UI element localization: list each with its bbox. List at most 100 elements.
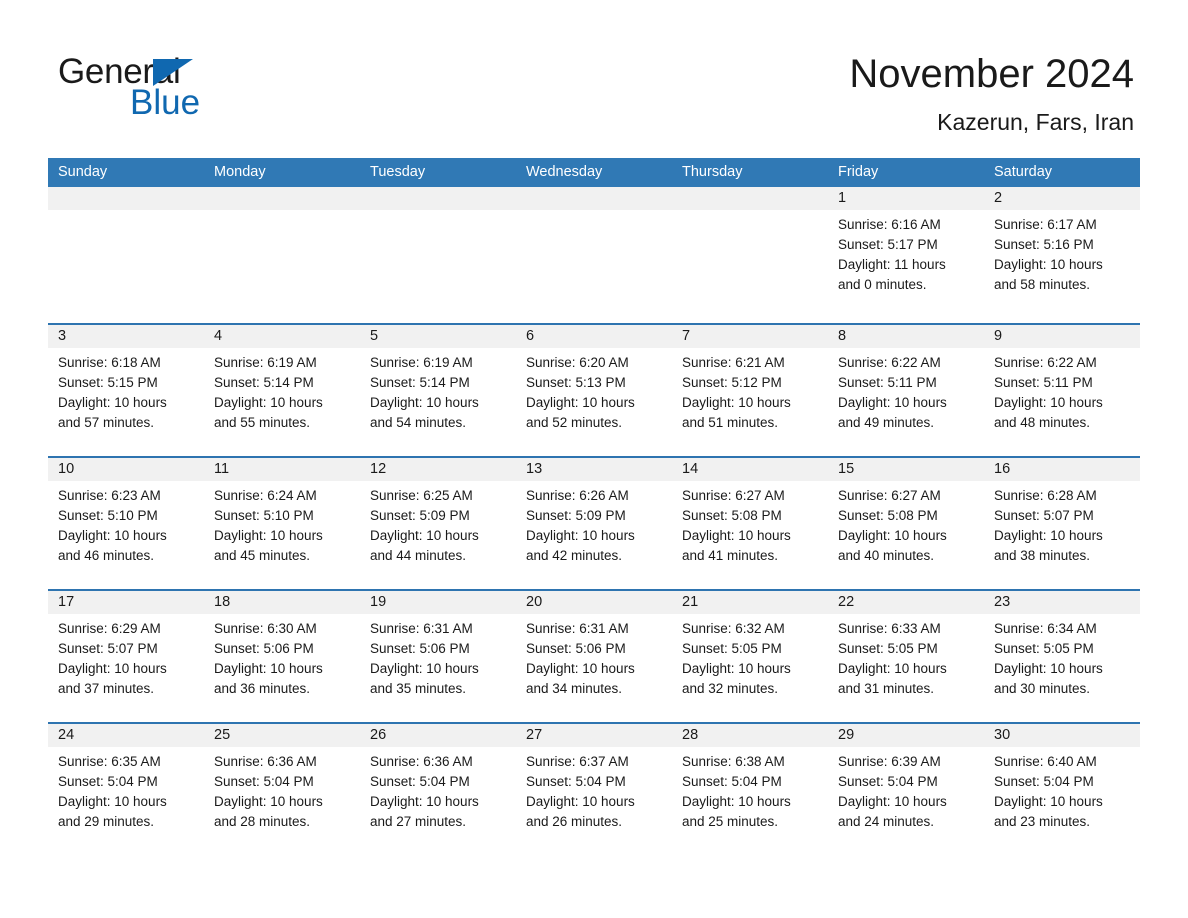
day-number: 7 — [682, 328, 691, 344]
sunrise-text: Sunrise: 6:36 AM — [370, 754, 473, 769]
daylight-text-cont: and 38 minutes. — [994, 548, 1091, 563]
sunset-text: Sunset: 5:12 PM — [682, 375, 782, 390]
day-cell[interactable]: 28 Sunrise: 6:38 AM Sunset: 5:04 PM Dayligh… — [672, 724, 828, 855]
day-number-band: 11 — [204, 458, 360, 481]
day-number: 21 — [682, 594, 699, 610]
day-number-band: 14 — [672, 458, 828, 481]
day-details: Sunrise: 6:31 AM Sunset: 5:06 PM Daylight:… — [360, 614, 516, 699]
day-number: 27 — [526, 727, 543, 743]
daylight-text: Daylight: 10 hours — [58, 528, 167, 543]
sunrise-text: Sunrise: 6:34 AM — [994, 621, 1097, 636]
sunrise-text: Sunrise: 6:33 AM — [838, 621, 941, 636]
sunrise-text: Sunrise: 6:26 AM — [526, 488, 629, 503]
sunrise-text: Sunrise: 6:37 AM — [526, 754, 629, 769]
day-details: Sunrise: 6:21 AM Sunset: 5:12 PM Daylight:… — [672, 348, 828, 433]
sunset-text: Sunset: 5:10 PM — [214, 508, 314, 523]
sunset-text: Sunset: 5:04 PM — [214, 774, 314, 789]
day-cell[interactable]: 20 Sunrise: 6:31 AM Sunset: 5:06 PM Dayligh… — [516, 591, 672, 722]
day-number-band: 3 — [48, 325, 204, 348]
day-cell[interactable]: 23 Sunrise: 6:34 AM Sunset: 5:05 PM Dayligh… — [984, 591, 1140, 722]
day-number: 15 — [838, 461, 855, 477]
title-block: November 2024 Kazerun, Fars, Iran — [849, 50, 1134, 136]
day-cell[interactable]: 19 Sunrise: 6:31 AM Sunset: 5:06 PM Dayligh… — [360, 591, 516, 722]
day-cell[interactable]: 13 Sunrise: 6:26 AM Sunset: 5:09 PM Dayligh… — [516, 458, 672, 589]
day-cell[interactable]: 15 Sunrise: 6:27 AM Sunset: 5:08 PM Dayligh… — [828, 458, 984, 589]
day-cell[interactable]: 9 Sunrise: 6:22 AM Sunset: 5:11 PM Daylight… — [984, 325, 1140, 456]
day-details: Sunrise: 6:26 AM Sunset: 5:09 PM Daylight:… — [516, 481, 672, 566]
day-cell[interactable]: 27 Sunrise: 6:37 AM Sunset: 5:04 PM Dayligh… — [516, 724, 672, 855]
day-cell[interactable]: 8 Sunrise: 6:22 AM Sunset: 5:11 PM Daylight… — [828, 325, 984, 456]
day-cell[interactable]: 16 Sunrise: 6:28 AM Sunset: 5:07 PM Dayligh… — [984, 458, 1140, 589]
daylight-text: Daylight: 10 hours — [682, 528, 791, 543]
weekday-header-thursday: Thursday — [682, 164, 743, 180]
day-cell[interactable]: 14 Sunrise: 6:27 AM Sunset: 5:08 PM Dayligh… — [672, 458, 828, 589]
daylight-text-cont: and 35 minutes. — [370, 681, 467, 696]
calendar-week-row: 24 Sunrise: 6:35 AM Sunset: 5:04 PM Dayligh… — [48, 722, 1140, 855]
sunset-text: Sunset: 5:15 PM — [58, 375, 158, 390]
day-cell[interactable]: 7 Sunrise: 6:21 AM Sunset: 5:12 PM Daylight… — [672, 325, 828, 456]
page-subtitle-location: Kazerun, Fars, Iran — [937, 109, 1134, 135]
day-cell[interactable]: 18 Sunrise: 6:30 AM Sunset: 5:06 PM Dayligh… — [204, 591, 360, 722]
weekday-header-saturday: Saturday — [994, 164, 1053, 180]
day-cell[interactable]: 2 Sunrise: 6:17 AM Sunset: 5:16 PM Daylight… — [984, 187, 1140, 323]
weekday-header-friday: Friday — [838, 164, 879, 180]
daylight-text-cont: and 42 minutes. — [526, 548, 623, 563]
daylight-text: Daylight: 10 hours — [682, 395, 791, 410]
day-number: 18 — [214, 594, 231, 610]
daylight-text-cont: and 24 minutes. — [838, 814, 935, 829]
day-cell[interactable]: 29 Sunrise: 6:39 AM Sunset: 5:04 PM Dayligh… — [828, 724, 984, 855]
day-number: 6 — [526, 328, 535, 344]
day-cell[interactable]: 6 Sunrise: 6:20 AM Sunset: 5:13 PM Daylight… — [516, 325, 672, 456]
day-number: 19 — [370, 594, 387, 610]
daylight-text: Daylight: 10 hours — [526, 661, 635, 676]
daylight-text-cont: and 52 minutes. — [526, 415, 623, 430]
day-cell[interactable]: 26 Sunrise: 6:36 AM Sunset: 5:04 PM Dayligh… — [360, 724, 516, 855]
day-details: Sunrise: 6:22 AM Sunset: 5:11 PM Daylight:… — [828, 348, 984, 433]
day-details: Sunrise: 6:36 AM Sunset: 5:04 PM Daylight:… — [204, 747, 360, 832]
day-cell[interactable]: 11 Sunrise: 6:24 AM Sunset: 5:10 PM Dayligh… — [204, 458, 360, 589]
daylight-text-cont: and 51 minutes. — [682, 415, 779, 430]
day-details: Sunrise: 6:40 AM Sunset: 5:04 PM Daylight:… — [984, 747, 1140, 832]
day-cell[interactable]: 22 Sunrise: 6:33 AM Sunset: 5:05 PM Dayligh… — [828, 591, 984, 722]
brand-triangle-icon — [153, 59, 193, 86]
daylight-text: Daylight: 10 hours — [58, 395, 167, 410]
daylight-text: Daylight: 10 hours — [838, 395, 947, 410]
day-number: 10 — [58, 461, 75, 477]
day-cell[interactable]: 3 Sunrise: 6:18 AM Sunset: 5:15 PM Daylight… — [48, 325, 204, 456]
sunset-text: Sunset: 5:04 PM — [58, 774, 158, 789]
day-details: Sunrise: 6:28 AM Sunset: 5:07 PM Daylight:… — [984, 481, 1140, 566]
day-number-band: 25 — [204, 724, 360, 747]
sunrise-text: Sunrise: 6:35 AM — [58, 754, 161, 769]
daylight-text-cont: and 0 minutes. — [838, 277, 927, 292]
day-number-band — [204, 187, 360, 210]
sunrise-text: Sunrise: 6:31 AM — [526, 621, 629, 636]
day-details: Sunrise: 6:38 AM Sunset: 5:04 PM Daylight:… — [672, 747, 828, 832]
daylight-text: Daylight: 10 hours — [58, 661, 167, 676]
day-details — [516, 210, 672, 215]
day-cell[interactable]: 5 Sunrise: 6:19 AM Sunset: 5:14 PM Daylight… — [360, 325, 516, 456]
day-number-band: 9 — [984, 325, 1140, 348]
calendar-week-row: 10 Sunrise: 6:23 AM Sunset: 5:10 PM Dayligh… — [48, 456, 1140, 589]
day-cell[interactable]: 4 Sunrise: 6:19 AM Sunset: 5:14 PM Daylight… — [204, 325, 360, 456]
day-cell[interactable]: 25 Sunrise: 6:36 AM Sunset: 5:04 PM Dayligh… — [204, 724, 360, 855]
day-cell[interactable]: 10 Sunrise: 6:23 AM Sunset: 5:10 PM Dayligh… — [48, 458, 204, 589]
day-number-band: 29 — [828, 724, 984, 747]
day-cell[interactable]: 1 Sunrise: 6:16 AM Sunset: 5:17 PM Daylight… — [828, 187, 984, 323]
sunrise-text: Sunrise: 6:22 AM — [994, 355, 1097, 370]
day-cell[interactable]: 24 Sunrise: 6:35 AM Sunset: 5:04 PM Dayligh… — [48, 724, 204, 855]
sunset-text: Sunset: 5:07 PM — [58, 641, 158, 656]
day-number-band: 2 — [984, 187, 1140, 210]
general-blue-logo[interactable]: General Blue — [58, 52, 318, 124]
day-cell[interactable]: 30 Sunrise: 6:40 AM Sunset: 5:04 PM Dayligh… — [984, 724, 1140, 855]
daylight-text: Daylight: 10 hours — [214, 794, 323, 809]
day-cell[interactable]: 12 Sunrise: 6:25 AM Sunset: 5:09 PM Dayligh… — [360, 458, 516, 589]
day-cell[interactable]: 21 Sunrise: 6:32 AM Sunset: 5:05 PM Dayligh… — [672, 591, 828, 722]
day-number: 30 — [994, 727, 1011, 743]
day-cell[interactable]: 17 Sunrise: 6:29 AM Sunset: 5:07 PM Dayligh… — [48, 591, 204, 722]
day-number: 4 — [214, 328, 223, 344]
daylight-text: Daylight: 10 hours — [370, 794, 479, 809]
day-number-band: 7 — [672, 325, 828, 348]
sunset-text: Sunset: 5:13 PM — [526, 375, 626, 390]
sunset-text: Sunset: 5:05 PM — [682, 641, 782, 656]
sunset-text: Sunset: 5:06 PM — [370, 641, 470, 656]
